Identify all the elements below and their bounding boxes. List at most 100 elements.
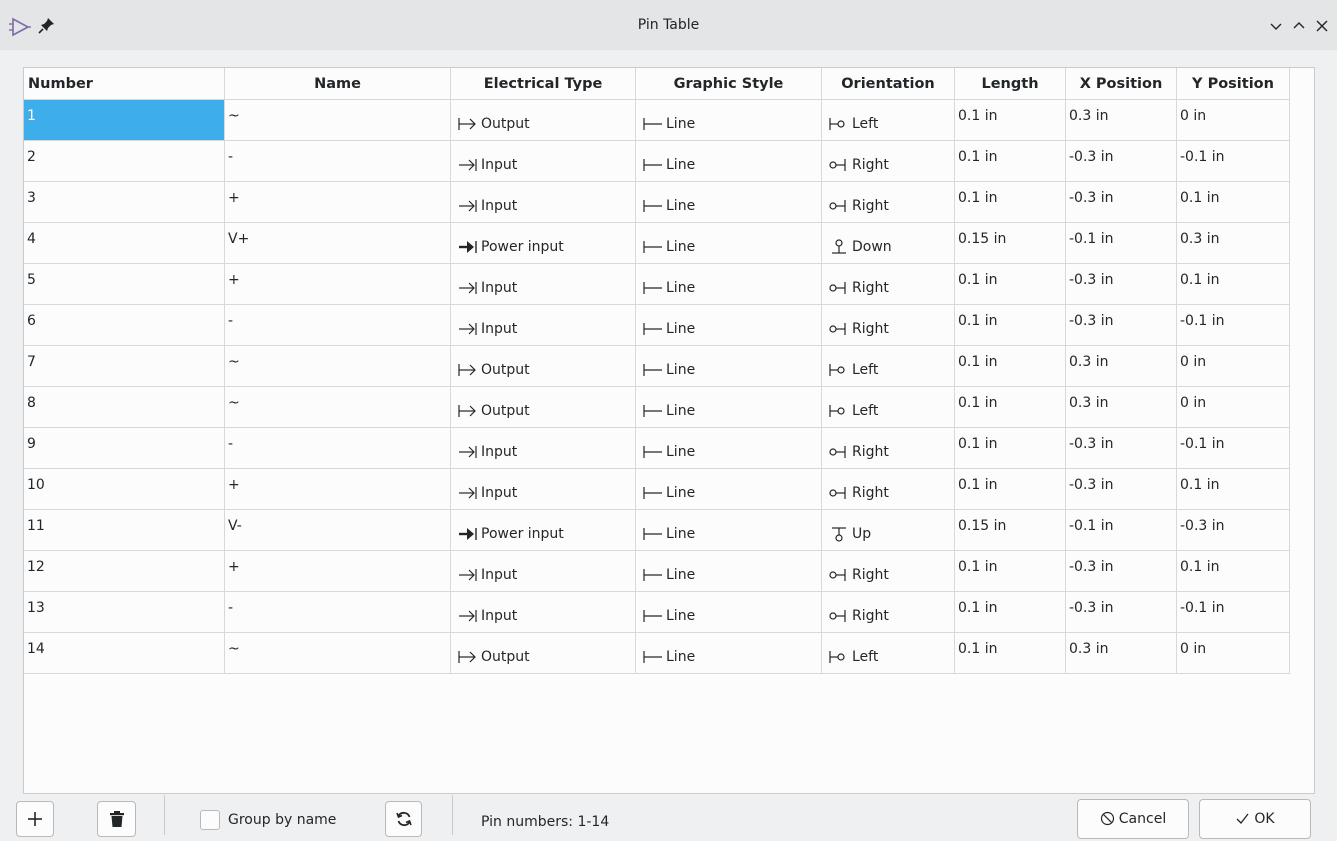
chevron-down-icon[interactable]	[1267, 17, 1285, 35]
cell-x-position[interactable]: -0.3 in	[1066, 469, 1177, 510]
cell-electrical-type[interactable]: Output	[451, 346, 636, 387]
cell-number[interactable]: 4	[24, 223, 225, 264]
cell-y-position[interactable]: -0.1 in	[1177, 141, 1290, 182]
cell-number[interactable]: 6	[24, 305, 225, 346]
cell-number[interactable]: 14	[24, 633, 225, 674]
cell-x-position[interactable]: -0.3 in	[1066, 264, 1177, 305]
cell-number[interactable]: 2	[24, 141, 225, 182]
cell-y-position[interactable]: 0.1 in	[1177, 264, 1290, 305]
cell-orientation[interactable]: Right	[822, 551, 955, 592]
cell-graphic-style[interactable]: Line	[636, 592, 822, 633]
table-row[interactable]: 5 + Input Line Right 0.1 in -0.3 in 0.1 in	[24, 264, 1290, 305]
cell-number[interactable]: 1	[24, 100, 225, 141]
cell-y-position[interactable]: -0.1 in	[1177, 592, 1290, 633]
cell-y-position[interactable]: 0.1 in	[1177, 469, 1290, 510]
cell-y-position[interactable]: -0.1 in	[1177, 305, 1290, 346]
cell-graphic-style[interactable]: Line	[636, 510, 822, 551]
cell-y-position[interactable]: 0.1 in	[1177, 551, 1290, 592]
cell-graphic-style[interactable]: Line	[636, 551, 822, 592]
cell-electrical-type[interactable]: Power input	[451, 223, 636, 264]
table-row[interactable]: 7 ~ Output Line Left 0.1 in 0.3 in 0 in	[24, 346, 1290, 387]
cell-orientation[interactable]: Up	[822, 510, 955, 551]
cell-graphic-style[interactable]: Line	[636, 633, 822, 674]
cell-number[interactable]: 12	[24, 551, 225, 592]
cell-x-position[interactable]: -0.1 in	[1066, 510, 1177, 551]
cell-name[interactable]: -	[225, 305, 451, 346]
column-header-length[interactable]: Length	[955, 68, 1066, 100]
cell-name[interactable]: +	[225, 469, 451, 510]
cell-name[interactable]: ~	[225, 633, 451, 674]
cell-name[interactable]: -	[225, 428, 451, 469]
table-row[interactable]: 1 ~ Output Line Left 0.1 in 0.3 in 0 in	[24, 100, 1290, 141]
cell-x-position[interactable]: -0.3 in	[1066, 428, 1177, 469]
cell-electrical-type[interactable]: Output	[451, 387, 636, 428]
add-pin-button[interactable]	[16, 801, 54, 837]
cell-x-position[interactable]: -0.3 in	[1066, 551, 1177, 592]
cell-orientation[interactable]: Left	[822, 633, 955, 674]
cell-length[interactable]: 0.1 in	[955, 264, 1066, 305]
table-row[interactable]: 12 + Input Line Right 0.1 in -0.3 in 0.1 in	[24, 551, 1290, 592]
cell-y-position[interactable]: 0 in	[1177, 633, 1290, 674]
table-row[interactable]: 6 - Input Line Right 0.1 in -0.3 in -0.1 in	[24, 305, 1290, 346]
column-header-number[interactable]: Number	[24, 68, 225, 100]
cell-x-position[interactable]: -0.3 in	[1066, 141, 1177, 182]
cell-length[interactable]: 0.1 in	[955, 469, 1066, 510]
table-row[interactable]: 10 + Input Line Right 0.1 in -0.3 in 0.1 in	[24, 469, 1290, 510]
column-header-graphic-style[interactable]: Graphic Style	[636, 68, 822, 100]
cell-graphic-style[interactable]: Line	[636, 469, 822, 510]
cell-y-position[interactable]: -0.1 in	[1177, 428, 1290, 469]
cell-length[interactable]: 0.15 in	[955, 510, 1066, 551]
cancel-button[interactable]: Cancel	[1077, 799, 1189, 839]
table-row[interactable]: 13 - Input Line Right 0.1 in -0.3 in -0.1 in	[24, 592, 1290, 633]
cell-orientation[interactable]: Left	[822, 100, 955, 141]
cell-orientation[interactable]: Right	[822, 428, 955, 469]
cell-electrical-type[interactable]: Input	[451, 141, 636, 182]
cell-length[interactable]: 0.1 in	[955, 592, 1066, 633]
cell-number[interactable]: 3	[24, 182, 225, 223]
cell-graphic-style[interactable]: Line	[636, 428, 822, 469]
cell-graphic-style[interactable]: Line	[636, 182, 822, 223]
cell-y-position[interactable]: 0.1 in	[1177, 182, 1290, 223]
pin-table[interactable]: Number Name Electrical Type Graphic Style Or…	[23, 67, 1315, 794]
cell-name[interactable]: ~	[225, 387, 451, 428]
cell-electrical-type[interactable]: Output	[451, 633, 636, 674]
cell-number[interactable]: 10	[24, 469, 225, 510]
cell-length[interactable]: 0.1 in	[955, 182, 1066, 223]
table-row[interactable]: 9 - Input Line Right 0.1 in -0.3 in -0.1 in	[24, 428, 1290, 469]
table-row[interactable]: 2 - Input Line Right 0.1 in -0.3 in -0.1 in	[24, 141, 1290, 182]
cell-length[interactable]: 0.1 in	[955, 100, 1066, 141]
cell-graphic-style[interactable]: Line	[636, 346, 822, 387]
cell-name[interactable]: +	[225, 182, 451, 223]
cell-electrical-type[interactable]: Input	[451, 264, 636, 305]
cell-electrical-type[interactable]: Output	[451, 100, 636, 141]
cell-number[interactable]: 9	[24, 428, 225, 469]
cell-x-position[interactable]: -0.3 in	[1066, 305, 1177, 346]
cell-orientation[interactable]: Right	[822, 182, 955, 223]
ok-button[interactable]: OK	[1199, 799, 1311, 839]
cell-y-position[interactable]: 0 in	[1177, 100, 1290, 141]
cell-orientation[interactable]: Left	[822, 346, 955, 387]
cell-electrical-type[interactable]: Power input	[451, 510, 636, 551]
cell-number[interactable]: 7	[24, 346, 225, 387]
cell-graphic-style[interactable]: Line	[636, 141, 822, 182]
cell-y-position[interactable]: -0.3 in	[1177, 510, 1290, 551]
cell-electrical-type[interactable]: Input	[451, 305, 636, 346]
cell-name[interactable]: ~	[225, 346, 451, 387]
cell-length[interactable]: 0.1 in	[955, 387, 1066, 428]
cell-electrical-type[interactable]: Input	[451, 469, 636, 510]
cell-orientation[interactable]: Right	[822, 141, 955, 182]
cell-graphic-style[interactable]: Line	[636, 264, 822, 305]
cell-orientation[interactable]: Down	[822, 223, 955, 264]
cell-number[interactable]: 11	[24, 510, 225, 551]
cell-number[interactable]: 13	[24, 592, 225, 633]
cell-x-position[interactable]: -0.3 in	[1066, 182, 1177, 223]
cell-electrical-type[interactable]: Input	[451, 551, 636, 592]
cell-number[interactable]: 5	[24, 264, 225, 305]
cell-name[interactable]: ~	[225, 100, 451, 141]
cell-name[interactable]: +	[225, 264, 451, 305]
cell-name[interactable]: -	[225, 141, 451, 182]
table-row[interactable]: 14 ~ Output Line Left 0.1 in 0.3 in 0 in	[24, 633, 1290, 674]
cell-graphic-style[interactable]: Line	[636, 305, 822, 346]
group-by-name-checkbox[interactable]	[200, 810, 220, 830]
cell-x-position[interactable]: -0.1 in	[1066, 223, 1177, 264]
